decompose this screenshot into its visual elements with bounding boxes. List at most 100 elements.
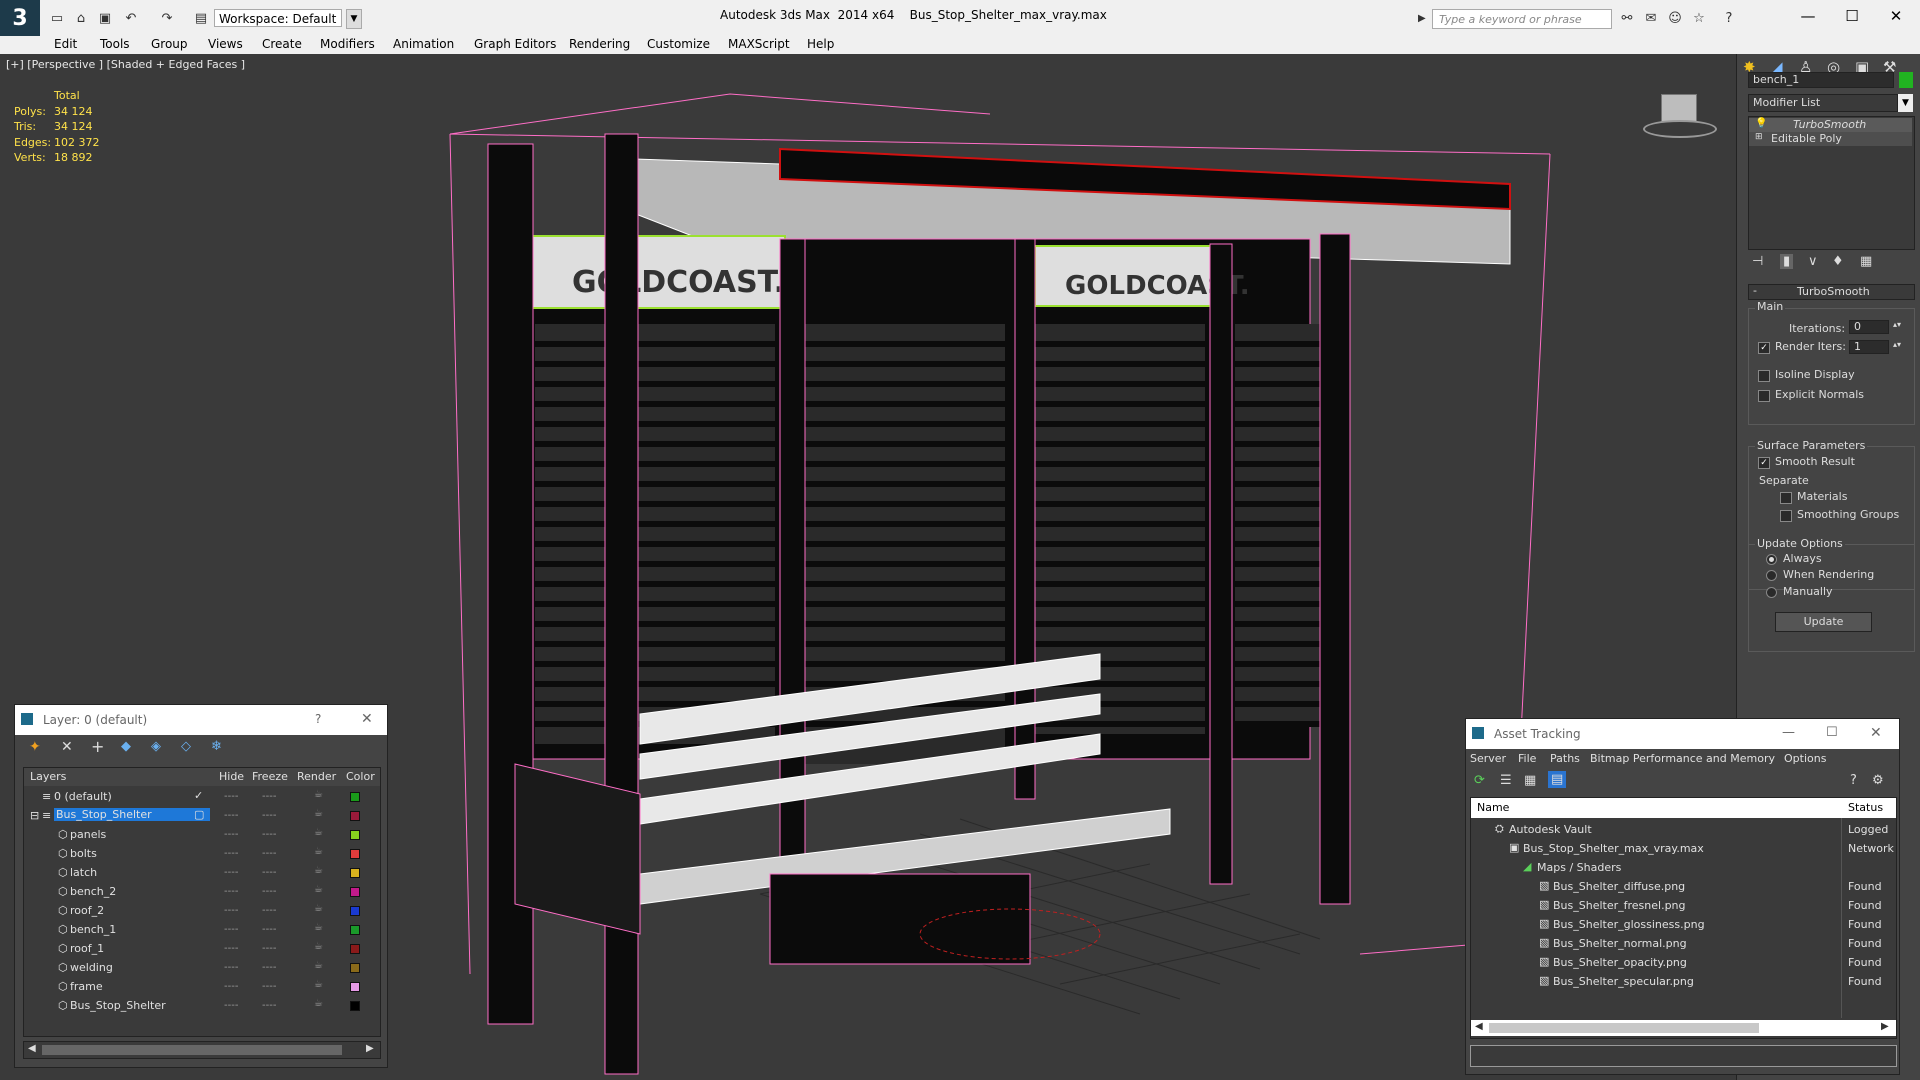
layer-row[interactable]: ⊟ ≡ Bus_Stop_Shelter ▢ ---- ---- ☕: [24, 806, 380, 825]
menu-rendering[interactable]: Rendering: [569, 37, 630, 51]
asset-maximize-icon[interactable]: ☐: [1826, 725, 1838, 740]
asset-row[interactable]: ⛭ Autodesk Vault Logged: [1471, 820, 1896, 839]
asset-menu-server[interactable]: Server: [1470, 752, 1506, 765]
make-unique-icon[interactable]: ∨: [1808, 254, 1818, 269]
layer-row[interactable]: ⬡ welding ---- ---- ☕: [24, 958, 380, 977]
asset-row[interactable]: ▧ Bus_Shelter_fresnel.png Found: [1471, 896, 1896, 915]
refresh-icon[interactable]: ⟳: [1474, 773, 1485, 788]
render-iters-checkbox[interactable]: ✓: [1758, 342, 1770, 354]
select-objects-icon[interactable]: ◆: [121, 739, 131, 754]
undo-icon[interactable]: ↶: [122, 9, 140, 27]
workspace-dropdown[interactable]: Workspace: Default: [214, 9, 342, 27]
isoline-display-checkbox[interactable]: [1758, 370, 1770, 382]
layer-hscrollbar[interactable]: ◀ ▶: [23, 1041, 381, 1059]
iterations-spinner-arrows-icon[interactable]: ▴▾: [1893, 320, 1901, 329]
new-file-icon[interactable]: ▭: [48, 9, 66, 27]
layer-row[interactable]: ⬡ bench_1 ---- ---- ☕: [24, 920, 380, 939]
asset-row[interactable]: ▧ Bus_Shelter_diffuse.png Found: [1471, 877, 1896, 896]
asset-path-field[interactable]: [1470, 1045, 1897, 1067]
project-folder-icon[interactable]: ▤: [192, 9, 210, 27]
maximize-icon[interactable]: ☐: [1832, 4, 1872, 28]
menu-customize[interactable]: Customize: [647, 37, 710, 51]
when-rendering-radio[interactable]: [1766, 570, 1777, 581]
list-view-icon[interactable]: ☰: [1500, 773, 1512, 788]
hide-all-icon[interactable]: ◇: [181, 739, 191, 754]
menu-maxscript[interactable]: MAXScript: [728, 37, 790, 51]
menu-graph-editors[interactable]: Graph Editors: [474, 37, 556, 51]
layer-close-icon[interactable]: ✕: [361, 711, 373, 727]
configure-sets-icon[interactable]: ▦: [1860, 254, 1872, 269]
menu-modifiers[interactable]: Modifiers: [320, 37, 375, 51]
asset-minimize-icon[interactable]: —: [1782, 725, 1795, 740]
always-radio[interactable]: [1766, 554, 1777, 565]
smooth-result-checkbox[interactable]: ✓: [1758, 457, 1770, 469]
pin-stack-icon[interactable]: ⊣: [1752, 254, 1763, 269]
layer-row[interactable]: ⬡ roof_1 ---- ---- ☕: [24, 939, 380, 958]
asset-menu-bitmap[interactable]: Bitmap Performance and Memory: [1590, 752, 1775, 765]
explicit-normals-checkbox[interactable]: [1758, 390, 1770, 402]
menu-animation[interactable]: Animation: [393, 37, 454, 51]
show-end-result-icon[interactable]: ▮: [1780, 254, 1794, 269]
asset-help-icon[interactable]: ?: [1850, 773, 1857, 788]
render-iters-spinner-arrows-icon[interactable]: ▴▾: [1893, 340, 1901, 349]
asset-hscrollbar[interactable]: ◀ ▶: [1471, 1020, 1896, 1036]
asset-menu-paths[interactable]: Paths: [1550, 752, 1580, 765]
layer-help-icon[interactable]: ?: [315, 712, 321, 726]
turbosmooth-rollout-header[interactable]: - TurboSmooth: [1748, 284, 1915, 300]
stack-item-editable-poly[interactable]: ⊞ Editable Poly: [1749, 132, 1912, 146]
communication-center-icon[interactable]: ✉: [1642, 9, 1660, 27]
lightbulb-icon[interactable]: 💡: [1755, 118, 1767, 129]
asset-menu-file[interactable]: File: [1518, 752, 1536, 765]
layer-window-titlebar[interactable]: Layer: 0 (default) ? ✕: [15, 705, 387, 735]
app-logo-icon[interactable]: 3: [0, 0, 40, 36]
layer-row[interactable]: ⬡ frame ---- ---- ☕: [24, 977, 380, 996]
layer-row[interactable]: ⬡ bolts ---- ---- ☕: [24, 844, 380, 863]
asset-scroll-thumb[interactable]: [1489, 1023, 1759, 1033]
layer-scroll-thumb[interactable]: [42, 1045, 342, 1055]
menu-create[interactable]: Create: [262, 37, 302, 51]
user-icon[interactable]: ☺: [1666, 9, 1684, 27]
redo-icon[interactable]: ↷: [158, 9, 176, 27]
asset-row[interactable]: ▣ Bus_Stop_Shelter_max_vray.max Network: [1471, 839, 1896, 858]
open-file-icon[interactable]: ⌂: [72, 9, 90, 27]
delete-layer-icon[interactable]: ✕: [61, 739, 73, 755]
favorites-star-icon[interactable]: ☆: [1690, 9, 1708, 27]
layer-row[interactable]: ≡ 0 (default) ✓ ---- ---- ☕: [24, 787, 380, 806]
binoculars-icon[interactable]: ⚯: [1618, 9, 1636, 27]
asset-row[interactable]: ▧ Bus_Shelter_specular.png Found: [1471, 972, 1896, 991]
asset-row[interactable]: ▧ Bus_Shelter_opacity.png Found: [1471, 953, 1896, 972]
menu-tools[interactable]: Tools: [100, 37, 130, 51]
asset-close-icon[interactable]: ✕: [1870, 725, 1882, 741]
minimize-icon[interactable]: —: [1788, 4, 1828, 28]
layer-row[interactable]: ⬡ roof_2 ---- ---- ☕: [24, 901, 380, 920]
smoothing-groups-checkbox[interactable]: [1780, 510, 1792, 522]
object-color-swatch[interactable]: [1899, 72, 1913, 88]
highlight-layer-icon[interactable]: ◈: [151, 739, 161, 754]
layer-row[interactable]: ⬡ latch ---- ---- ☕: [24, 863, 380, 882]
asset-row[interactable]: ▧ Bus_Shelter_normal.png Found: [1471, 934, 1896, 953]
remove-modifier-icon[interactable]: ♦: [1832, 254, 1844, 269]
freeze-all-icon[interactable]: ❄: [211, 739, 222, 754]
materials-checkbox[interactable]: [1780, 492, 1792, 504]
update-button[interactable]: Update: [1775, 612, 1872, 632]
modifier-list-chevron-icon[interactable]: ▼: [1898, 94, 1913, 112]
render-iters-spinner[interactable]: 1: [1849, 340, 1889, 354]
close-icon[interactable]: ✕: [1876, 4, 1916, 28]
stack-item-turbosmooth[interactable]: 💡 TurboSmooth: [1749, 118, 1912, 132]
iterations-spinner[interactable]: 0: [1849, 320, 1889, 334]
menu-group[interactable]: Group: [151, 37, 188, 51]
asset-row[interactable]: ◢ Maps / Shaders: [1471, 858, 1896, 877]
search-input[interactable]: Type a keyword or phrase: [1432, 9, 1612, 29]
expand-plus-icon[interactable]: ⊞: [1755, 132, 1763, 142]
layer-row[interactable]: ⬡ Bus_Stop_Shelter ---- ---- ☕: [24, 996, 380, 1015]
viewcube-icon[interactable]: [1643, 94, 1717, 138]
asset-row[interactable]: ▧ Bus_Shelter_glossiness.png Found: [1471, 915, 1896, 934]
asset-window-titlebar[interactable]: Asset Tracking — ☐ ✕: [1466, 719, 1899, 749]
help-icon[interactable]: ?: [1720, 9, 1738, 27]
create-layer-icon[interactable]: ✦: [29, 739, 41, 755]
menu-edit[interactable]: Edit: [54, 37, 77, 51]
thumbnail-view-icon[interactable]: ▦: [1524, 773, 1536, 788]
save-file-icon[interactable]: ▣: [96, 9, 114, 27]
asset-menu-options[interactable]: Options: [1784, 752, 1826, 765]
modifier-list-dropdown[interactable]: Modifier List: [1748, 94, 1898, 112]
